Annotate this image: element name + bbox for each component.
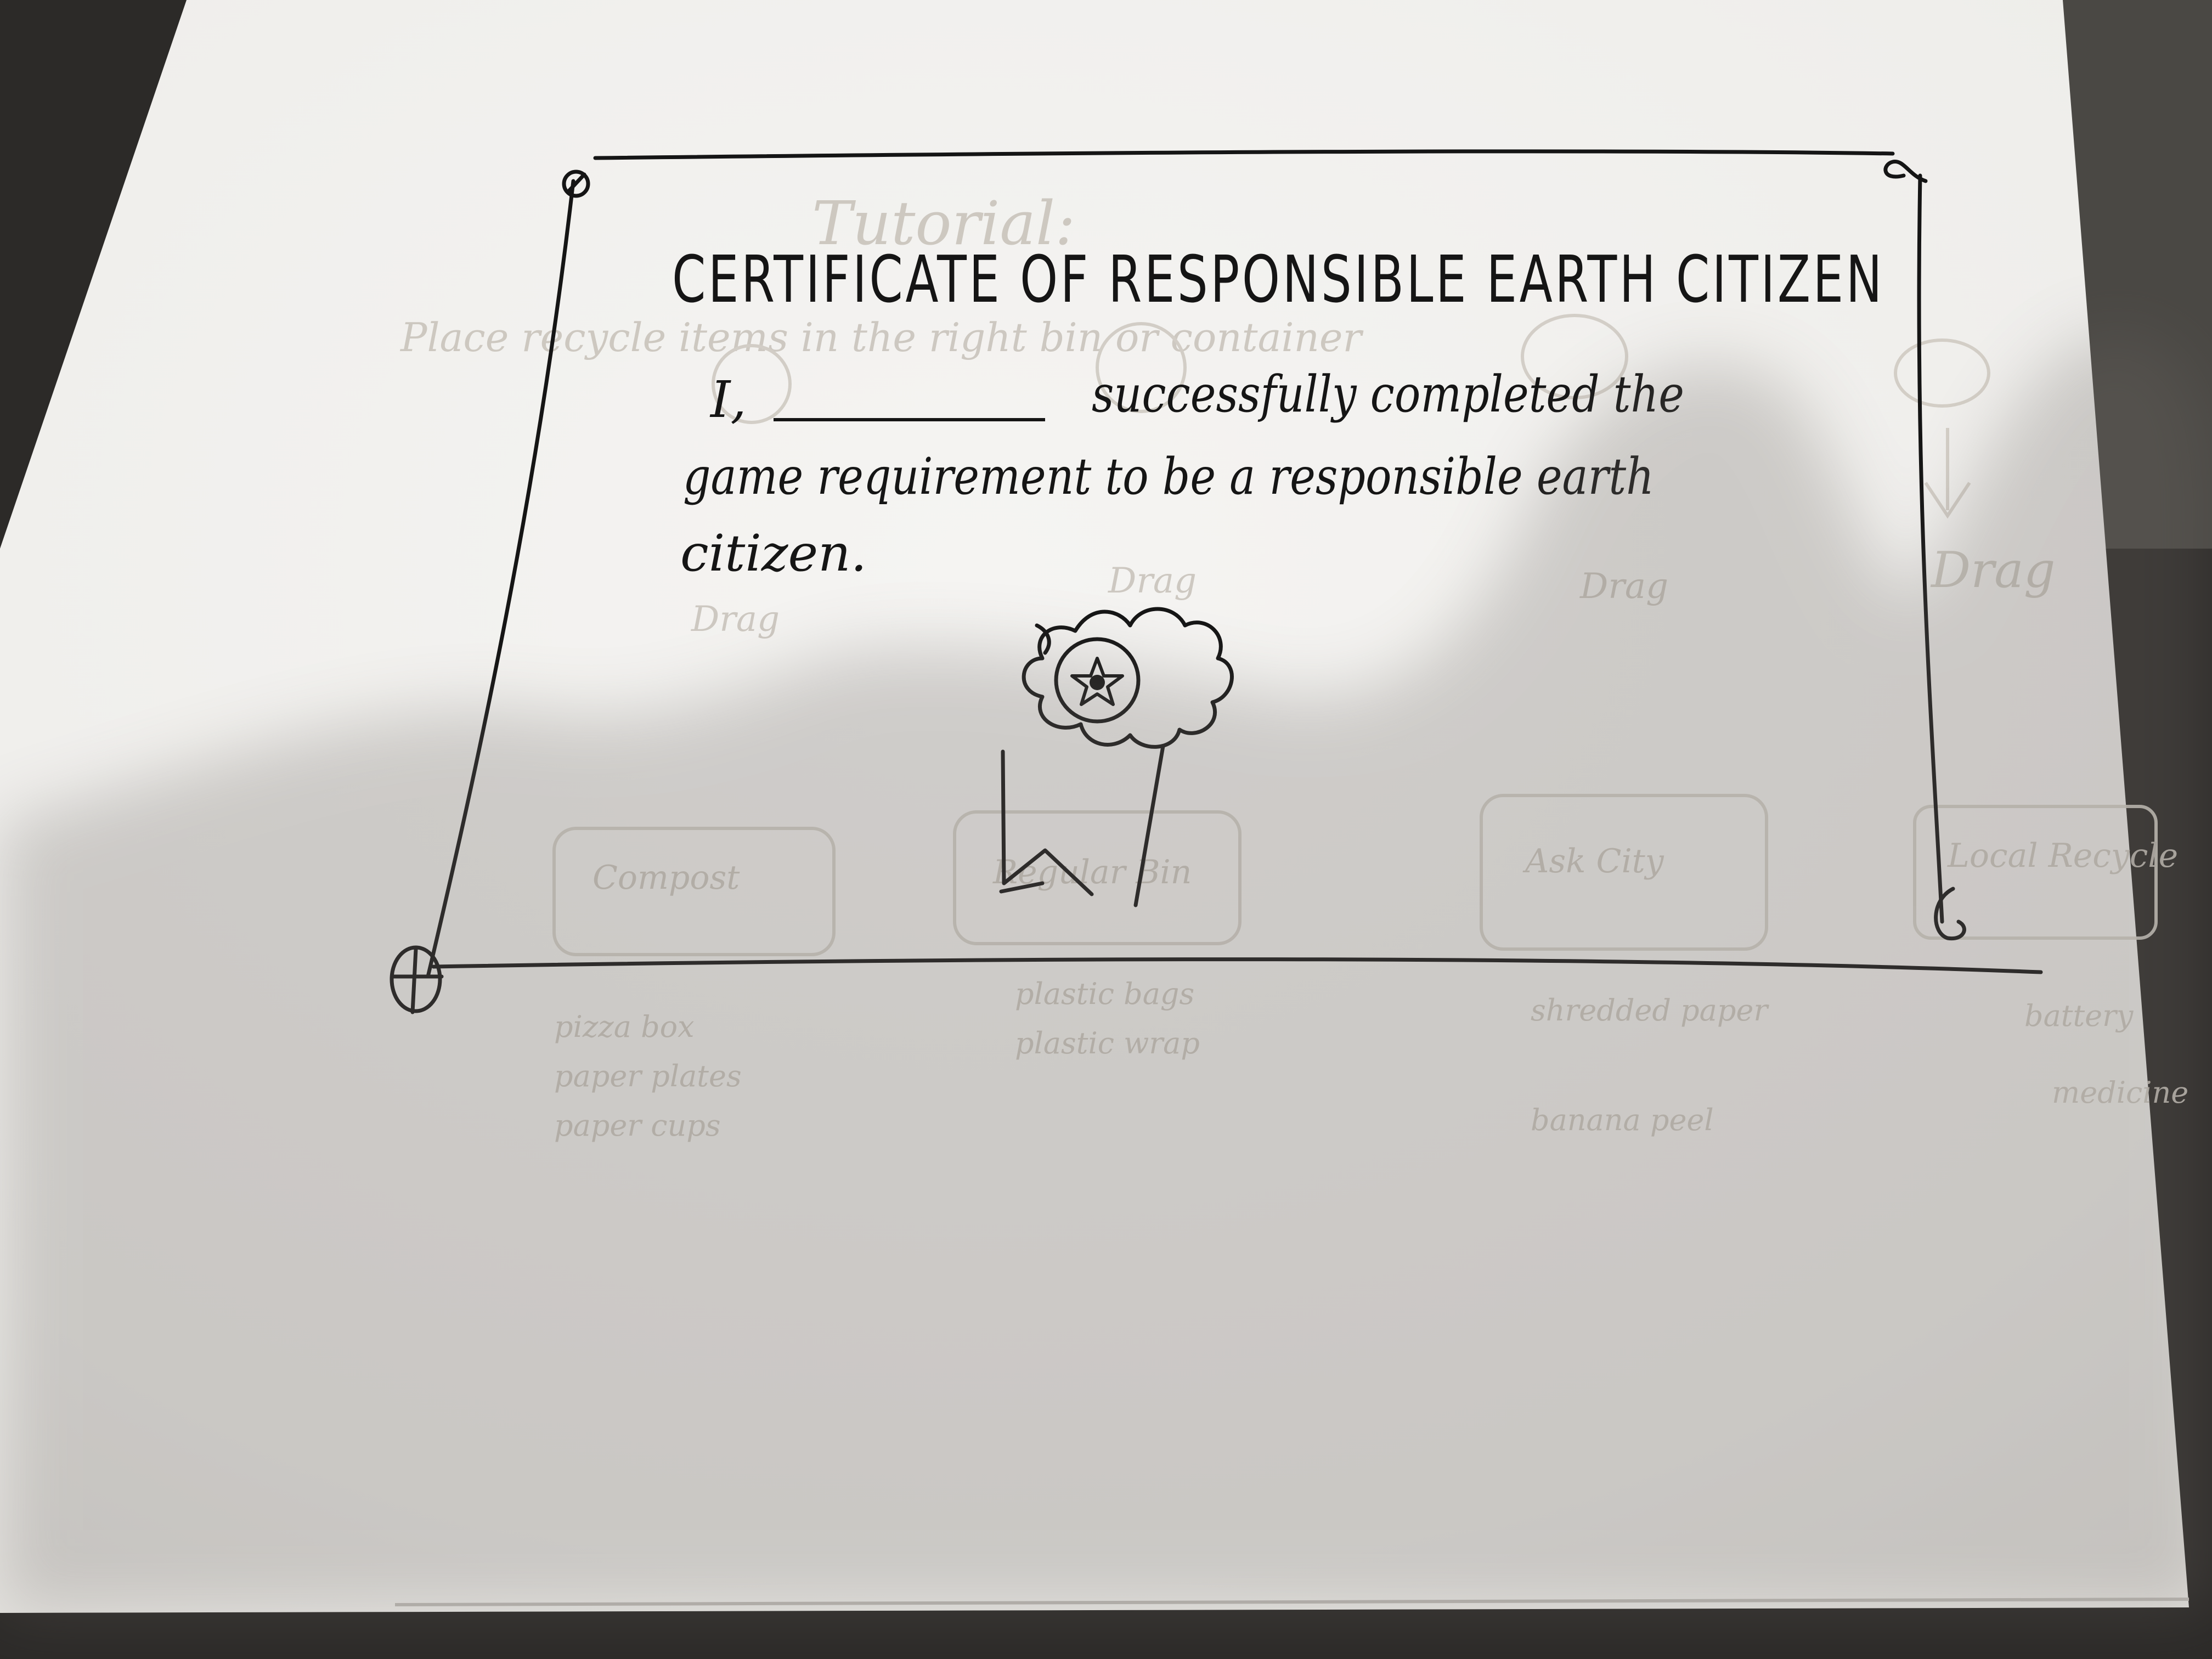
- ghost-drag-2: Drag: [1108, 561, 1197, 601]
- photo-scene: Tutorial: Place recycle items in the rig…: [0, 0, 2212, 1659]
- ghost-drag-1: Drag: [691, 599, 780, 640]
- paper-sketch-photo: Tutorial: Place recycle items in the rig…: [0, 0, 2212, 1659]
- certificate-title: CERTIFICATE OF RESPONSIBLE EARTH CITIZEN: [672, 241, 1884, 317]
- line-1-prefix: I,: [709, 370, 747, 429]
- line-2: game requirement to be a responsible ear…: [683, 447, 1654, 506]
- ghost-instruction: Place recycle items in the right bin or …: [399, 314, 1364, 360]
- line-3: citizen.: [680, 524, 867, 583]
